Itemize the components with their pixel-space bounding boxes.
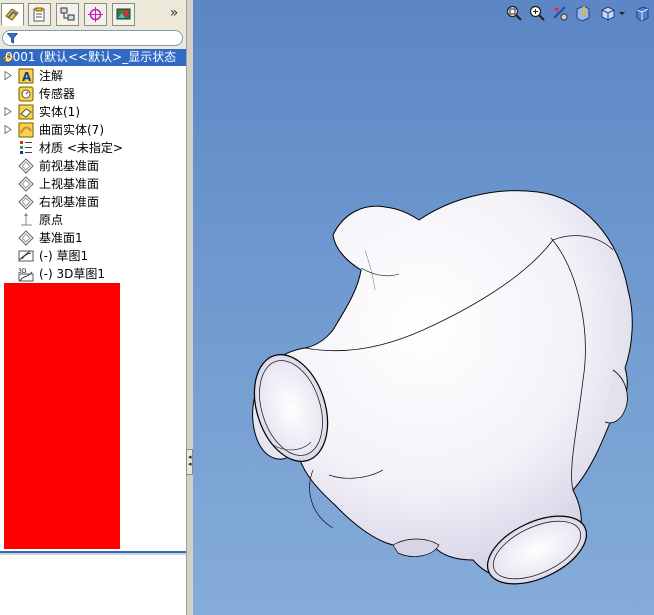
zoom-to-area-button[interactable] bbox=[528, 4, 546, 22]
expand-arrow-icon[interactable] bbox=[4, 71, 12, 80]
previous-view-icon bbox=[553, 6, 568, 21]
tree-item-front-plane[interactable]: 前视基准面 bbox=[0, 157, 186, 175]
section-view-button[interactable] bbox=[574, 4, 592, 22]
origin-icon bbox=[18, 212, 34, 228]
propertymanager-tab[interactable] bbox=[28, 3, 51, 26]
tree-item-label: 注解 bbox=[39, 69, 64, 83]
tree-item-3dsketch1[interactable]: 3D (-) 3D草图1 bbox=[0, 265, 186, 283]
tree-item-label: 右视基准面 bbox=[39, 195, 100, 209]
tree-item-label: 传感器 bbox=[39, 87, 76, 101]
zoom-to-fit-button[interactable] bbox=[505, 4, 523, 22]
panel-scrollbar[interactable] bbox=[0, 553, 186, 555]
tree-item-solid-bodies[interactable]: 实体(1) bbox=[0, 103, 186, 121]
tree-item-annotations[interactable]: A 注解 bbox=[0, 67, 186, 85]
solid-bodies-icon bbox=[18, 104, 34, 120]
collapse-arrow-icon: ◂ ◂ bbox=[188, 453, 192, 468]
tree-item-label: 前视基准面 bbox=[39, 159, 100, 173]
tree-item-surface-bodies[interactable]: 曲面实体(7) bbox=[0, 121, 186, 139]
propertymanager-icon bbox=[33, 7, 45, 22]
3d-sketch-icon: 3D bbox=[18, 266, 34, 282]
tree-item-plane1[interactable]: 基准面1 bbox=[0, 229, 186, 247]
tree-item-label: (-) 草图1 bbox=[39, 249, 89, 263]
redacted-area bbox=[4, 283, 120, 549]
tree-item-sketch1[interactable]: (-) 草图1 bbox=[0, 247, 186, 265]
expand-arrow-icon[interactable] bbox=[4, 125, 12, 134]
plane-icon bbox=[18, 158, 34, 174]
model-view[interactable] bbox=[193, 0, 654, 615]
configurationmanager-tab[interactable] bbox=[56, 3, 79, 26]
featuremanager-tab[interactable] bbox=[1, 3, 24, 26]
view-orientation-button[interactable] bbox=[599, 4, 617, 22]
panel-splitter[interactable] bbox=[186, 0, 193, 615]
tree-item-sensors[interactable]: 传感器 bbox=[0, 85, 186, 103]
view-toolbar bbox=[505, 4, 653, 22]
expand-arrow-icon[interactable] bbox=[4, 107, 12, 116]
zoom-to-area-icon bbox=[529, 5, 545, 21]
more-tabs-button[interactable]: » bbox=[166, 4, 182, 22]
tree-item-label: 上视基准面 bbox=[39, 177, 100, 191]
chevron-down-icon bbox=[619, 12, 625, 15]
view-orientation-dropdown[interactable] bbox=[617, 4, 627, 22]
tree-item-label: (-) 3D草图1 bbox=[39, 267, 106, 281]
tree-item-label: 实体(1) bbox=[39, 105, 80, 119]
panel-tab-bar: » bbox=[0, 0, 186, 29]
tree-root-part[interactable]: 0001 (默认<<默认>_显示状态 bbox=[0, 49, 186, 66]
plane-icon bbox=[18, 230, 34, 246]
graphics-viewport[interactable] bbox=[193, 0, 654, 615]
filter-icon bbox=[7, 33, 18, 44]
collapse-panel-button[interactable]: ◂ ◂ bbox=[186, 449, 193, 475]
plane-icon bbox=[18, 194, 34, 210]
tree-item-label: 基准面1 bbox=[39, 231, 83, 245]
tree-item-label: 曲面实体(7) bbox=[39, 123, 104, 137]
tree-item-material[interactable]: 材质 <未指定> bbox=[0, 139, 186, 157]
zoom-to-fit-icon bbox=[506, 5, 522, 21]
bottom-lobe bbox=[392, 538, 440, 557]
display-manager-icon bbox=[116, 8, 131, 20]
tree-item-label: 原点 bbox=[39, 213, 64, 227]
tree-item-label: 材质 <未指定> bbox=[39, 141, 123, 155]
dimxpert-icon bbox=[88, 7, 103, 22]
display-style-icon bbox=[636, 6, 649, 22]
filter-bar bbox=[0, 28, 186, 49]
display-style-button[interactable] bbox=[633, 4, 651, 22]
svg-text:A: A bbox=[22, 70, 32, 84]
configurationmanager-icon bbox=[60, 7, 75, 21]
tree-item-top-plane[interactable]: 上视基准面 bbox=[0, 175, 186, 193]
surface-bodies-icon bbox=[18, 122, 34, 138]
section-view-icon bbox=[576, 5, 590, 22]
tree-item-origin[interactable]: 原点 bbox=[0, 211, 186, 229]
featuremanager-icon bbox=[5, 8, 19, 21]
dimxpert-tab[interactable] bbox=[84, 3, 107, 26]
sensors-icon bbox=[18, 86, 34, 102]
tree-root-label: 0001 (默认<<默认>_显示状态 bbox=[5, 50, 177, 64]
feature-manager-panel: » 0001 (默认<<默认>_显示状态 A 注解传感器实体(1) 曲面实体(7) 材… bbox=[0, 0, 186, 615]
sketch-icon bbox=[18, 248, 34, 264]
annotations-icon: A bbox=[18, 68, 34, 84]
tree-filter-input[interactable] bbox=[2, 30, 183, 46]
tree-item-right-plane[interactable]: 右视基准面 bbox=[0, 193, 186, 211]
display-manager-tab[interactable] bbox=[112, 3, 135, 26]
plane-icon bbox=[18, 176, 34, 192]
previous-view-button[interactable] bbox=[551, 4, 569, 22]
material-icon bbox=[18, 140, 34, 156]
cube-view-icon bbox=[601, 6, 615, 21]
